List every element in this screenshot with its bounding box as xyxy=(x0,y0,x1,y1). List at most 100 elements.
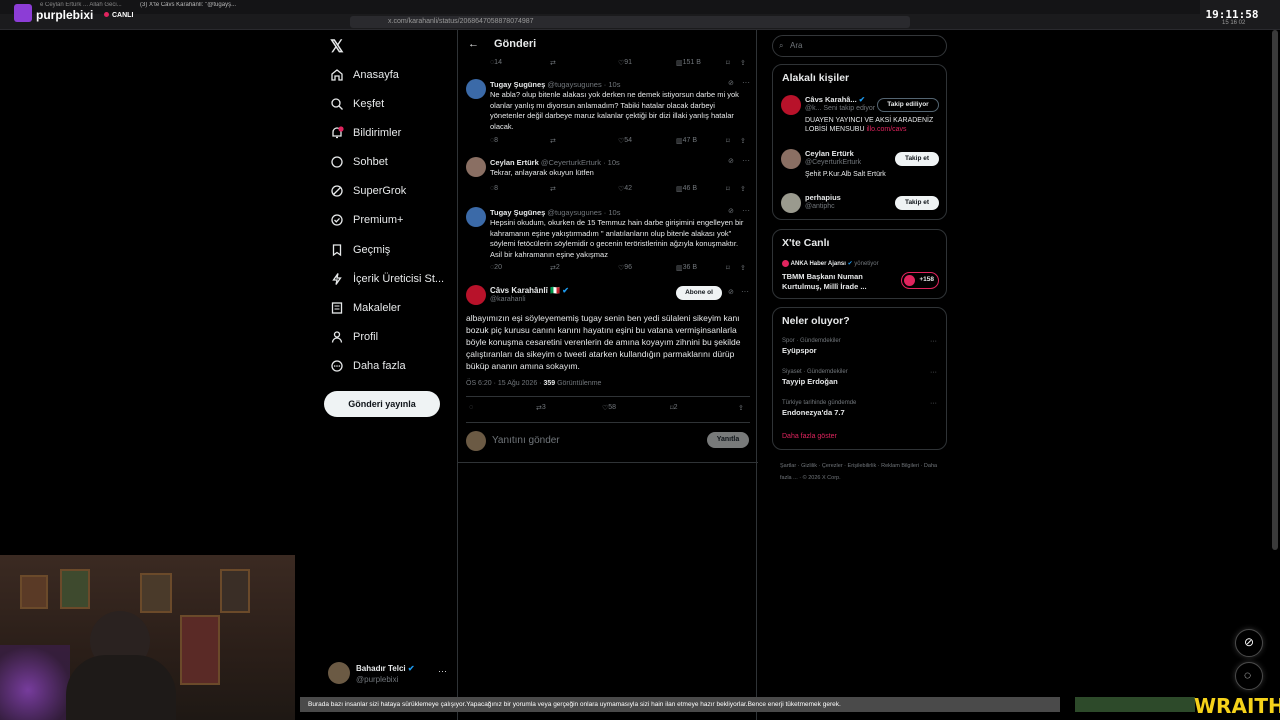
panel-title: Neler oluyor? xyxy=(782,315,850,327)
x-logo-icon[interactable]: 𝕏 xyxy=(330,37,344,57)
like-count[interactable]: ♡ 42 xyxy=(618,185,632,193)
bookmark-count[interactable]: ⌑ 2 xyxy=(670,404,678,412)
stream-ticker: Burada bazı insanlar sizi hataya sürükle… xyxy=(300,697,1060,712)
grok-float-button[interactable]: ⊘ xyxy=(1235,629,1263,657)
more-icon[interactable]: ··· xyxy=(930,369,937,376)
follow-button[interactable]: Takip et xyxy=(895,152,939,166)
browser-tab-active[interactable]: (3) X'te Câvs Karahânlî: "@tugayş... xyxy=(140,2,245,12)
reply-tweet[interactable]: Tugay Şugüneş @tugaysugunes · 10s ⊘ ··· … xyxy=(466,206,756,267)
reply-count[interactable]: ◌ 8 xyxy=(490,185,498,192)
trend-item[interactable]: Siyaset · Gündemdekiler Tayyip Erdoğan ·… xyxy=(782,369,942,386)
like-count[interactable]: ♡ 54 xyxy=(618,137,632,145)
scrollbar[interactable] xyxy=(1272,30,1278,550)
reply-icon[interactable]: ◌ xyxy=(469,404,473,411)
more-icon[interactable]: ··· xyxy=(742,78,750,87)
nav-chat[interactable]: Sohbet xyxy=(330,151,388,173)
like-count[interactable]: ♡ 91 xyxy=(618,59,632,67)
person-card[interactable]: Câvs Karahâ... ✔ @k... Seni takip ediyor… xyxy=(781,95,941,139)
clock-sub: 15 16 02 xyxy=(1222,20,1246,26)
streamer-body xyxy=(66,655,176,720)
retweet-count[interactable]: ⇄ 2 xyxy=(550,264,560,272)
subscribe-button[interactable]: Abone ol xyxy=(676,286,722,300)
reply-count[interactable]: ◌ 8 xyxy=(490,137,498,144)
reply-input[interactable]: Yanıtını gönder xyxy=(492,435,560,446)
trend-category: Spor · Gündemdekiler xyxy=(782,338,841,344)
tweet-author: Ceylan Ertürk @CeyerturkErturk · 10s xyxy=(490,158,620,167)
nav-supergrok[interactable]: SuperGrok xyxy=(330,180,406,202)
live-source: ANKA Haber Ajansı ✔ yönetiyor xyxy=(782,260,879,267)
more-icon[interactable]: ··· xyxy=(930,400,937,407)
reply-count[interactable]: ◌ 20 xyxy=(490,264,502,271)
footer-links[interactable]: Şartlar · Gizlilik · Çerezler · Erişileb… xyxy=(780,460,950,484)
view-count[interactable]: ▥ 36 B xyxy=(676,264,697,272)
nav-bookmarks[interactable]: Geçmiş xyxy=(330,239,390,261)
nav-creator-studio[interactable]: İçerik Üreticisi St... xyxy=(330,268,444,290)
back-arrow-icon[interactable]: ← xyxy=(468,38,479,50)
search-input[interactable]: ⌕ Ara xyxy=(772,35,947,57)
retweet-icon[interactable]: ⇄ xyxy=(550,185,556,193)
account-switcher[interactable]: Bahadır Telci ✔ @purplebixi ··· xyxy=(328,660,454,690)
url-bar[interactable]: x.com/karahanli/status/20686470588780749… xyxy=(350,16,910,28)
person-card[interactable]: Ceylan Ertürk @CeyerturkErturk Şehit P.K… xyxy=(781,149,941,183)
bookmark-icon[interactable]: ⌑ xyxy=(726,137,730,145)
share-icon[interactable]: ⇪ xyxy=(740,137,746,145)
reply-count[interactable]: ◌ 14 xyxy=(490,59,502,66)
view-count[interactable]: ▥ 151 B xyxy=(676,59,701,67)
retweet-icon[interactable]: ⇄ xyxy=(550,59,556,67)
nav-notifications[interactable]: Bildirimler xyxy=(330,122,401,144)
more-icon[interactable]: ··· xyxy=(741,287,749,296)
share-icon[interactable]: ⇪ xyxy=(738,404,744,412)
tweet-handle[interactable]: @karahanli xyxy=(490,296,526,303)
reply-button[interactable]: Yanıtla xyxy=(707,432,749,448)
bookmark-icon[interactable]: ⌑ xyxy=(726,59,730,67)
live-title[interactable]: TBMM Başkanı Numan Kurtulmuş, Millî İrad… xyxy=(782,272,887,292)
bio-link[interactable]: illo.com/cavs xyxy=(866,126,906,133)
grok-icon[interactable]: ⊘ xyxy=(728,288,734,296)
trend-item[interactable]: Spor · Gündemdekiler Eyüpspor ··· xyxy=(782,338,942,355)
more-icon[interactable]: ··· xyxy=(438,666,447,676)
share-icon[interactable]: ⇪ xyxy=(740,264,746,272)
grok-icon[interactable]: ⊘ xyxy=(728,207,734,215)
nav-more[interactable]: Daha fazla xyxy=(330,355,406,377)
tweet-author[interactable]: Câvs Karahânlî 🇮🇹 ✔ xyxy=(490,286,569,295)
share-icon[interactable]: ⇪ xyxy=(740,59,746,67)
more-icon[interactable]: ··· xyxy=(742,156,750,165)
related-people-panel: Alakalı kişiler Câvs Karahâ... ✔ @k... S… xyxy=(772,64,947,220)
verified-icon: ✔ xyxy=(407,664,415,673)
show-more-link[interactable]: Daha fazla göster xyxy=(782,433,837,440)
bookmark-icon[interactable]: ⌑ xyxy=(726,185,730,193)
post-button[interactable]: Gönderi yayınla xyxy=(324,391,440,417)
avatar[interactable] xyxy=(466,285,486,305)
nav-articles[interactable]: Makaleler xyxy=(330,297,401,319)
live-listeners-badge[interactable]: +158 xyxy=(901,272,939,289)
follow-button[interactable]: Takip et xyxy=(895,196,939,210)
view-count[interactable]: ▥ 47 B xyxy=(676,137,697,145)
trend-item[interactable]: Türkiye tarihinde gündemde Endonezya'da … xyxy=(782,400,942,417)
retweet-icon[interactable]: ⇄ xyxy=(550,137,556,145)
more-icon[interactable]: ··· xyxy=(930,338,937,345)
nav-label: Makaleler xyxy=(353,302,401,314)
nav-label: Anasayfa xyxy=(353,69,399,81)
following-button[interactable]: Takip ediliyor xyxy=(877,98,939,112)
view-count[interactable]: ▥ 46 B xyxy=(676,185,697,193)
like-count[interactable]: ♡ 96 xyxy=(618,264,632,272)
share-icon[interactable]: ⇪ xyxy=(740,185,746,193)
grok-icon[interactable]: ⊘ xyxy=(728,157,734,165)
nav-explore[interactable]: Keşfet xyxy=(330,93,384,115)
person-name: perhapius xyxy=(805,193,841,202)
main-column: ← Gönderi ◌ 14 ⇄ ♡ 91 ▥ 151 B ⌑ ⇪ Tugay … xyxy=(457,30,758,720)
nav-profile[interactable]: Profil xyxy=(330,326,378,348)
bookmark-icon xyxy=(332,244,342,257)
bookmark-icon[interactable]: ⌑ xyxy=(726,264,730,272)
more-icon[interactable]: ··· xyxy=(742,206,750,215)
reply-tweet[interactable]: Ceylan Ertürk @CeyerturkErturk · 10s ⊘ ·… xyxy=(466,156,756,187)
like-count[interactable]: ♡ 58 xyxy=(602,404,616,412)
nav-label: Daha fazla xyxy=(353,360,406,372)
messages-float-button[interactable]: ◌ xyxy=(1235,662,1263,690)
grok-icon[interactable]: ⊘ xyxy=(728,79,734,87)
panel-title: Alakalı kişiler xyxy=(782,72,850,84)
retweet-count[interactable]: ⇄ 3 xyxy=(536,404,546,412)
nav-home[interactable]: Anasayfa xyxy=(330,64,399,86)
person-card[interactable]: perhapius @antiphc Takip et xyxy=(781,193,941,217)
nav-premium[interactable]: Premium+ xyxy=(330,209,403,231)
